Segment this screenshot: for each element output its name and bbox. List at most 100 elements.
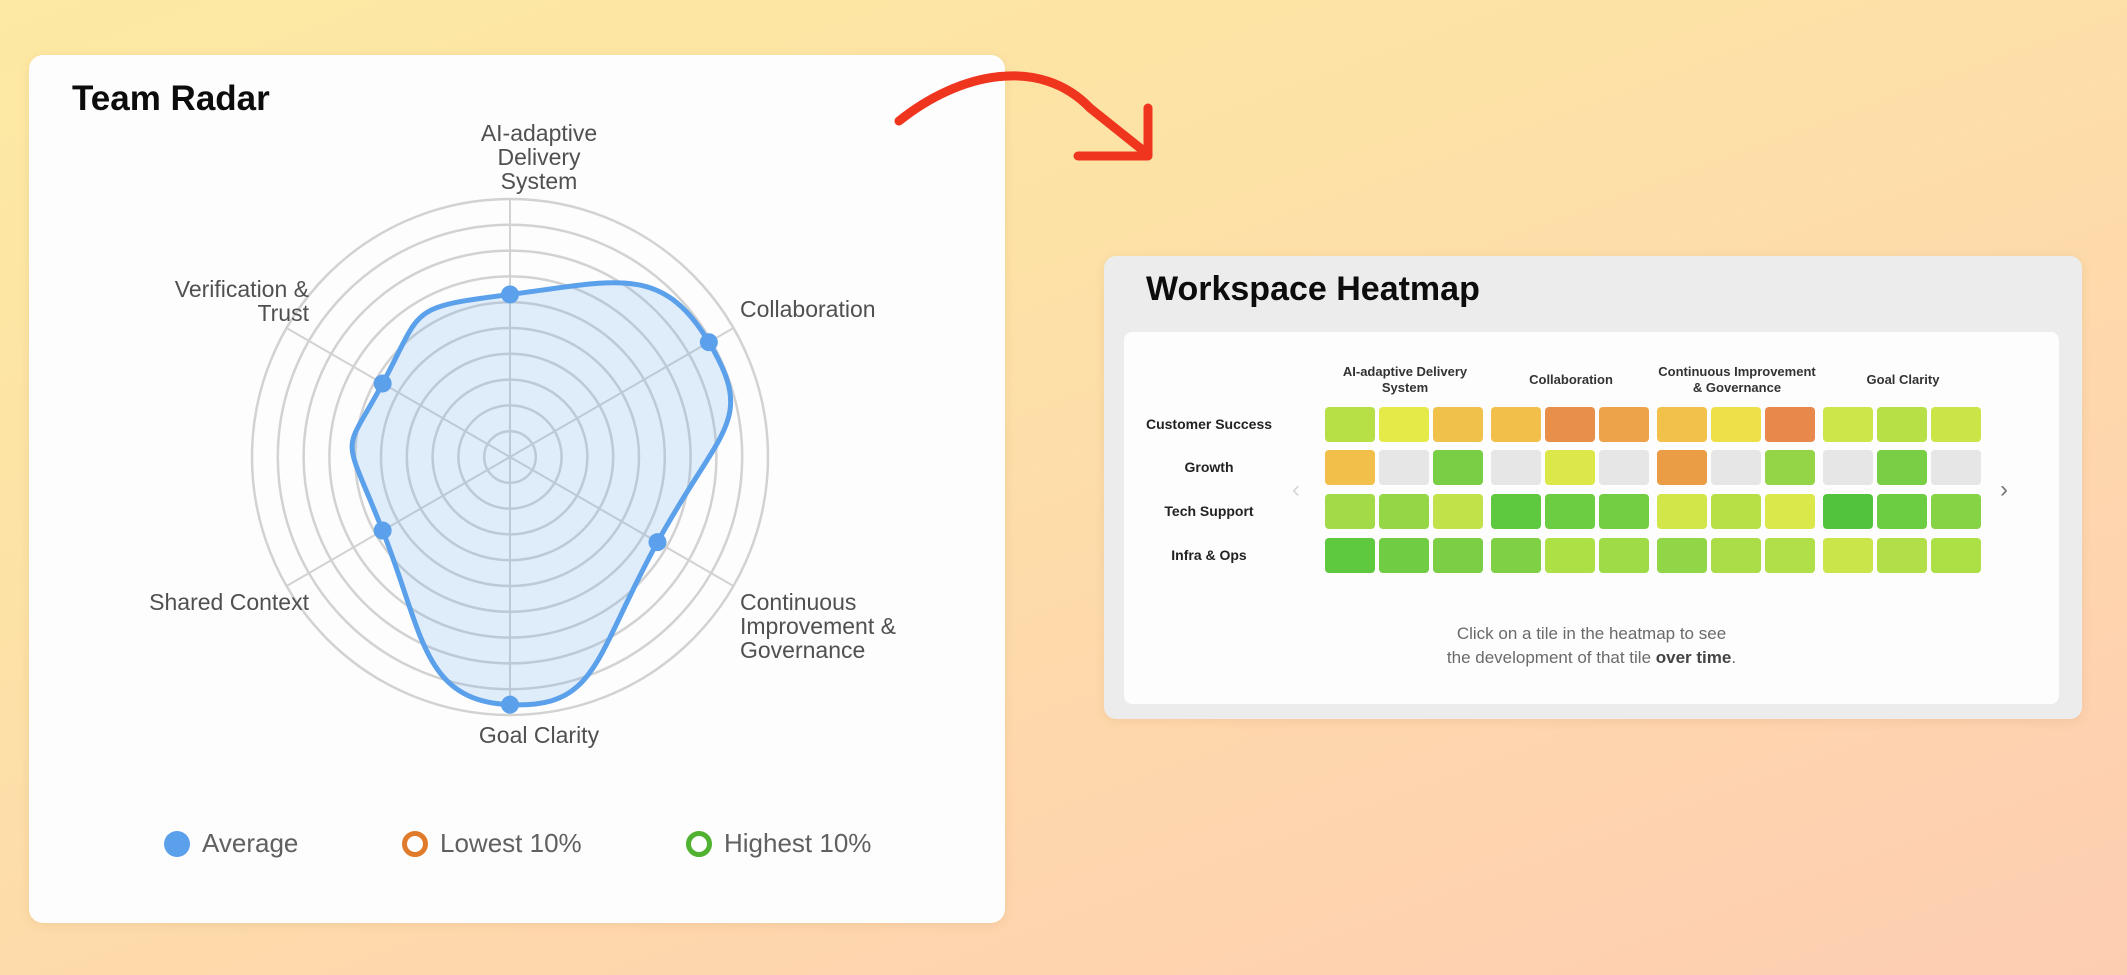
heatmap-tile[interactable] bbox=[1931, 407, 1981, 442]
heatmap-tile[interactable] bbox=[1657, 494, 1707, 529]
heatmap-panel: AI-adaptive Delivery System Collaboratio… bbox=[1124, 332, 2059, 704]
legend-highest[interactable]: Highest 10% bbox=[686, 828, 871, 859]
caption-line-1: Click on a tile in the heatmap to see bbox=[1456, 624, 1727, 643]
heatmap-tile[interactable] bbox=[1931, 450, 1981, 485]
heatmap-tile[interactable] bbox=[1491, 450, 1541, 485]
group-header-continuous-improvement: Continuous Improvement & Governance bbox=[1658, 364, 1816, 395]
heatmap-tile[interactable] bbox=[1379, 538, 1429, 573]
heatmap-tile[interactable] bbox=[1765, 494, 1815, 529]
heatmap-tile[interactable] bbox=[1325, 407, 1375, 442]
caption-line-2: the development of that tile over time. bbox=[1124, 646, 2059, 670]
heatmap-tile[interactable] bbox=[1823, 494, 1873, 529]
heatmap-tile[interactable] bbox=[1491, 407, 1541, 442]
radar-legend: Average Lowest 10% Highest 10% bbox=[29, 828, 1005, 868]
heatmap-tile[interactable] bbox=[1545, 407, 1595, 442]
heatmap-tile[interactable] bbox=[1711, 407, 1761, 442]
heatmap-tile[interactable] bbox=[1325, 494, 1375, 529]
axis-label-line: Improvement & bbox=[740, 613, 896, 639]
row-label-infra-ops: Infra & Ops bbox=[1171, 547, 1247, 563]
heatmap-tile[interactable] bbox=[1599, 494, 1649, 529]
row-label-growth: Growth bbox=[1184, 459, 1234, 475]
heatmap-tile[interactable] bbox=[1657, 538, 1707, 573]
heatmap-tile[interactable] bbox=[1657, 450, 1707, 485]
heatmap-tile[interactable] bbox=[1877, 494, 1927, 529]
heatmap-tile[interactable] bbox=[1877, 407, 1927, 442]
row-label-tech-support: Tech Support bbox=[1164, 503, 1254, 519]
heatmap-tile[interactable] bbox=[1599, 450, 1649, 485]
heatmap-tile[interactable] bbox=[1823, 407, 1873, 442]
legend-average[interactable]: Average bbox=[164, 828, 298, 859]
radar-data-point bbox=[699, 333, 718, 352]
heatmap-tile[interactable] bbox=[1711, 494, 1761, 529]
heatmap-tile[interactable] bbox=[1545, 538, 1595, 573]
axis-label-continuous-improvement: Continuous Improvement & Governance bbox=[740, 590, 970, 662]
prev-chevron-icon[interactable]: ‹ bbox=[1292, 478, 1300, 502]
heatmap-tile[interactable] bbox=[1545, 450, 1595, 485]
next-chevron-icon[interactable]: › bbox=[2000, 478, 2008, 502]
heatmap-tile[interactable] bbox=[1433, 450, 1483, 485]
legend-average-marker bbox=[164, 830, 190, 857]
axis-label-line: Collaboration bbox=[740, 296, 876, 322]
heatmap-tile[interactable] bbox=[1379, 407, 1429, 442]
legend-lowest-marker bbox=[402, 830, 428, 857]
group-header-ai-adaptive: AI-adaptive Delivery System bbox=[1342, 364, 1468, 395]
heatmap-tile[interactable] bbox=[1599, 407, 1649, 442]
axis-label-shared-context: Shared Context bbox=[89, 590, 309, 614]
caption-emphasis: over time bbox=[1655, 648, 1732, 667]
heatmap-tile[interactable] bbox=[1599, 538, 1649, 573]
radar-data-point bbox=[648, 533, 667, 552]
heatmap-tile[interactable] bbox=[1711, 450, 1761, 485]
transition-arrow-icon bbox=[894, 71, 1153, 161]
heatmap-tile[interactable] bbox=[1325, 538, 1375, 573]
heatmap-tile[interactable] bbox=[1877, 450, 1927, 485]
workspace-heatmap-card: Workspace Heatmap AI-adaptive Delivery S… bbox=[1104, 256, 2082, 719]
heatmap-tile[interactable] bbox=[1433, 538, 1483, 573]
axis-label-goal-clarity: Goal Clarity bbox=[409, 723, 669, 747]
legend-lowest-label: Lowest 10% bbox=[440, 828, 582, 858]
heatmap-tile[interactable] bbox=[1491, 494, 1541, 529]
caption-period: . bbox=[1731, 648, 1737, 667]
axis-label-line: AI-adaptive bbox=[480, 120, 598, 146]
heatmap-tile[interactable] bbox=[1433, 407, 1483, 442]
heatmap-tile[interactable] bbox=[1931, 538, 1981, 573]
radar-series-area bbox=[349, 280, 734, 708]
row-label-customer-success: Customer Success bbox=[1145, 416, 1273, 432]
legend-lowest[interactable]: Lowest 10% bbox=[402, 828, 582, 859]
axis-label-line: Shared Context bbox=[149, 589, 309, 615]
axis-label-line: Trust bbox=[257, 300, 309, 326]
heatmap-tile[interactable] bbox=[1657, 407, 1707, 442]
axis-label-ai-adaptive: AI-adaptive Delivery System bbox=[409, 121, 669, 193]
axis-label-line: System bbox=[500, 168, 578, 194]
legend-average-label: Average bbox=[202, 828, 299, 858]
heatmap-tile[interactable] bbox=[1823, 450, 1873, 485]
team-radar-card: Team Radar AI-adaptive Delivery System C… bbox=[29, 55, 1005, 923]
legend-highest-label: Highest 10% bbox=[724, 828, 872, 858]
heatmap-title: Workspace Heatmap bbox=[1146, 270, 1480, 308]
axis-label-verification-trust: Verification & Trust bbox=[109, 277, 309, 325]
axis-label-line: Delivery bbox=[497, 144, 581, 170]
heatmap-tile[interactable] bbox=[1877, 538, 1927, 573]
axis-label-line: Verification & bbox=[174, 276, 309, 302]
caption-text: the development of that tile bbox=[1446, 648, 1656, 667]
radar-data-point bbox=[373, 374, 392, 393]
heatmap-tile[interactable] bbox=[1379, 450, 1429, 485]
group-header-goal-clarity: Goal Clarity bbox=[1866, 372, 1940, 387]
radar-data-point bbox=[373, 521, 392, 540]
heatmap-tile[interactable] bbox=[1491, 538, 1541, 573]
axis-label-line: Goal Clarity bbox=[478, 722, 600, 748]
heatmap-tile[interactable] bbox=[1823, 538, 1873, 573]
axis-label-line: Governance bbox=[740, 637, 866, 663]
heatmap-tile[interactable] bbox=[1433, 494, 1483, 529]
heatmap-tile[interactable] bbox=[1931, 494, 1981, 529]
radar-data-point bbox=[501, 695, 519, 714]
heatmap-tile[interactable] bbox=[1545, 494, 1595, 529]
heatmap-tile[interactable] bbox=[1765, 407, 1815, 442]
radar-data-point bbox=[501, 285, 519, 304]
heatmap-tile[interactable] bbox=[1711, 538, 1761, 573]
legend-highest-marker bbox=[686, 830, 712, 857]
axis-label-collaboration: Collaboration bbox=[740, 297, 876, 321]
heatmap-tile[interactable] bbox=[1325, 450, 1375, 485]
heatmap-tile[interactable] bbox=[1765, 450, 1815, 485]
heatmap-tile[interactable] bbox=[1379, 494, 1429, 529]
heatmap-tile[interactable] bbox=[1765, 538, 1815, 573]
